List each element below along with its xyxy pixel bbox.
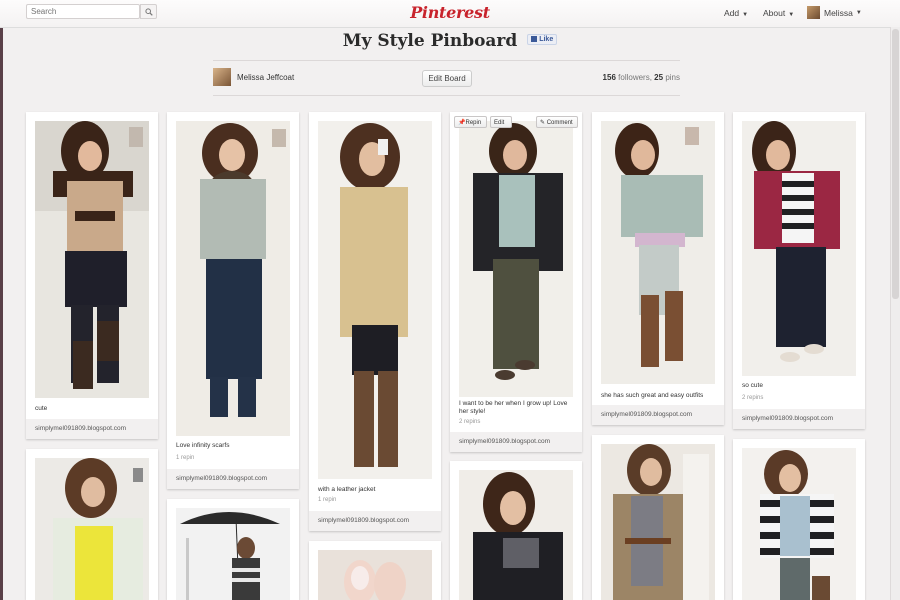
caret-down-icon: ▼ — [742, 12, 749, 18]
pin-image[interactable] — [318, 121, 432, 479]
pin-source[interactable]: simplymel091809.blogspot.com — [26, 419, 158, 439]
pin-image[interactable] — [318, 550, 432, 600]
nav-user-label: Melissa — [824, 7, 853, 18]
pin-image[interactable] — [742, 121, 856, 376]
nav-user-menu[interactable]: Melissa ▼ — [807, 6, 862, 19]
pin-repin-count: 1 repin — [318, 497, 337, 503]
pin-repin-count: 1 repin — [176, 455, 195, 461]
comment-button[interactable]: ✎ Comment — [536, 116, 578, 128]
pin-image[interactable] — [35, 458, 149, 600]
pin-description: Love infinity scarfs — [176, 442, 230, 449]
pin-source[interactable]: simplymel091809.blogspot.com — [592, 405, 724, 425]
pinterest-logo[interactable]: Pinterest — [410, 3, 490, 22]
followers-count[interactable]: 156 — [603, 73, 616, 82]
nav-add-menu[interactable]: Add ▼ — [724, 8, 748, 18]
pin-card[interactable] — [592, 435, 724, 600]
scrollbar-thumb[interactable] — [892, 29, 899, 299]
caret-down-icon: ▼ — [855, 9, 862, 16]
user-avatar — [807, 6, 820, 19]
pin-card[interactable]: cute simplymel091809.blogspot.com — [26, 112, 158, 439]
like-label: Like — [539, 36, 554, 43]
board-info-bar: Melissa Jeffcoat Edit Board 156 follower… — [213, 60, 680, 96]
facebook-icon — [531, 36, 538, 43]
pin-image[interactable] — [176, 121, 290, 436]
pin-image[interactable] — [459, 470, 573, 600]
repin-button[interactable]: 📌Repin — [454, 116, 487, 128]
pin-card[interactable] — [450, 461, 582, 600]
pin-repin-count: 2 repins — [742, 395, 764, 401]
search-button[interactable] — [140, 4, 157, 19]
edit-board-button[interactable]: Edit Board — [422, 70, 472, 87]
pin-description: so cute — [742, 382, 763, 389]
pin-source[interactable]: simplymel091809.blogspot.com — [309, 511, 441, 531]
pin-description: she has such great and easy outfits — [601, 392, 704, 399]
pin-source[interactable]: simplymel091809.blogspot.com — [450, 432, 582, 452]
pin-repin-count: 2 repins — [459, 419, 481, 425]
pin-image[interactable] — [601, 121, 715, 384]
page-scrollbar[interactable] — [890, 27, 900, 600]
board-title: My Style Pinboard — [342, 31, 518, 51]
comment-label: Comment — [546, 120, 573, 126]
followers-label: followers, — [618, 73, 652, 82]
comment-icon: ✎ — [540, 120, 546, 126]
pin-card[interactable] — [167, 499, 299, 600]
nav-about-menu[interactable]: About ▼ — [763, 8, 794, 18]
window-edge — [0, 27, 3, 600]
pin-card[interactable] — [26, 449, 158, 600]
pin-image[interactable] — [601, 444, 715, 600]
nav-add-label: Add — [724, 8, 740, 18]
search-icon — [145, 8, 153, 16]
repin-label: Repin — [465, 120, 482, 126]
pin-source[interactable]: simplymel091809.blogspot.com — [167, 469, 299, 489]
pin-image[interactable] — [35, 121, 149, 398]
pin-description: cute — [35, 405, 48, 412]
pin-description: with a leather jacket — [318, 486, 376, 493]
pin-card[interactable]: she has such great and easy outfits simp… — [592, 112, 724, 425]
board-header: My Style Pinboard Like — [0, 31, 900, 51]
pins-label: pins — [665, 73, 680, 82]
board-stats: 156 followers, 25 pins — [603, 73, 680, 82]
pin-card[interactable] — [309, 541, 441, 600]
pin-card[interactable]: with a leather jacket 1 repin simplymel0… — [309, 112, 441, 531]
pin-card[interactable]: so cute 2 repins simplymel091809.blogspo… — [733, 112, 865, 429]
pin-image[interactable] — [742, 448, 856, 600]
pin-image[interactable] — [176, 508, 290, 600]
facebook-like-button[interactable]: Like — [527, 34, 558, 45]
owner-avatar[interactable] — [213, 68, 231, 86]
pin-image[interactable] — [459, 121, 573, 397]
pin-source[interactable]: simplymel091809.blogspot.com — [733, 409, 865, 429]
pin-description: I want to be her when I grow up! Love he… — [459, 400, 568, 415]
edit-pin-button[interactable]: Edit — [490, 116, 512, 128]
pin-card[interactable]: Love infinity scarfs 1 repin simplymel09… — [167, 112, 299, 489]
top-navigation-bar: Pinterest Add▼ About▼ Melissa▼ — [0, 0, 900, 28]
nav-about-label: About — [763, 8, 786, 18]
pin-card[interactable] — [733, 439, 865, 600]
pin-action-bar: 📌Repin Edit ✎ Comment — [454, 116, 578, 129]
pins-count: 25 — [654, 73, 664, 82]
search-input[interactable] — [26, 4, 140, 19]
owner-name[interactable]: Melissa Jeffcoat — [237, 73, 294, 82]
caret-down-icon: ▼ — [788, 12, 795, 18]
pin-card[interactable]: 📌Repin Edit ✎ Comment I want to be her w… — [450, 112, 582, 452]
